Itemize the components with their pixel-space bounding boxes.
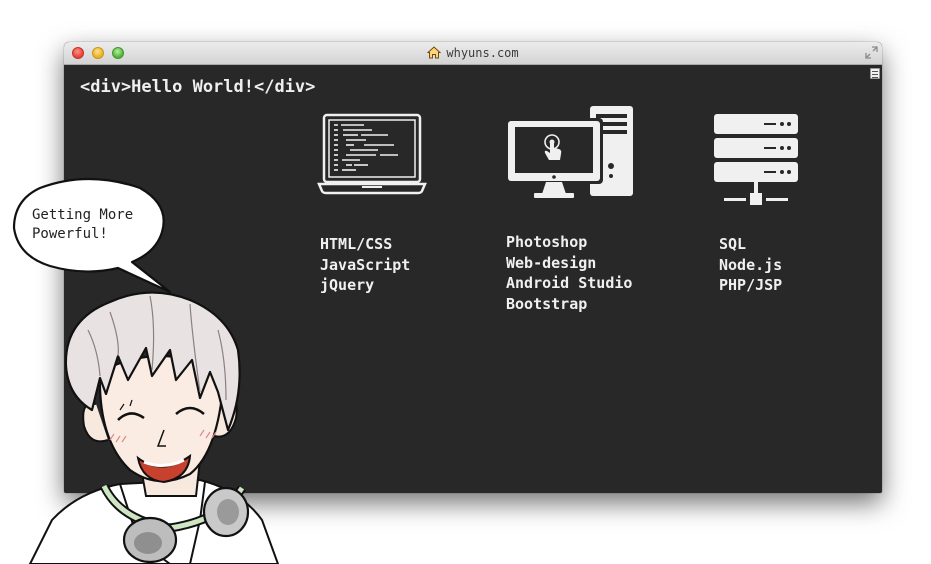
cartoon-character-illustration (12, 177, 280, 564)
speech-line: Getting More (32, 207, 134, 223)
speech-line: Powerful! (32, 226, 108, 242)
stage: whyuns.com <div>Hello World!</div> HTML/… (0, 0, 931, 564)
character-figure (28, 291, 280, 564)
speech-bubble-text: Getting More Powerful! (32, 206, 133, 244)
